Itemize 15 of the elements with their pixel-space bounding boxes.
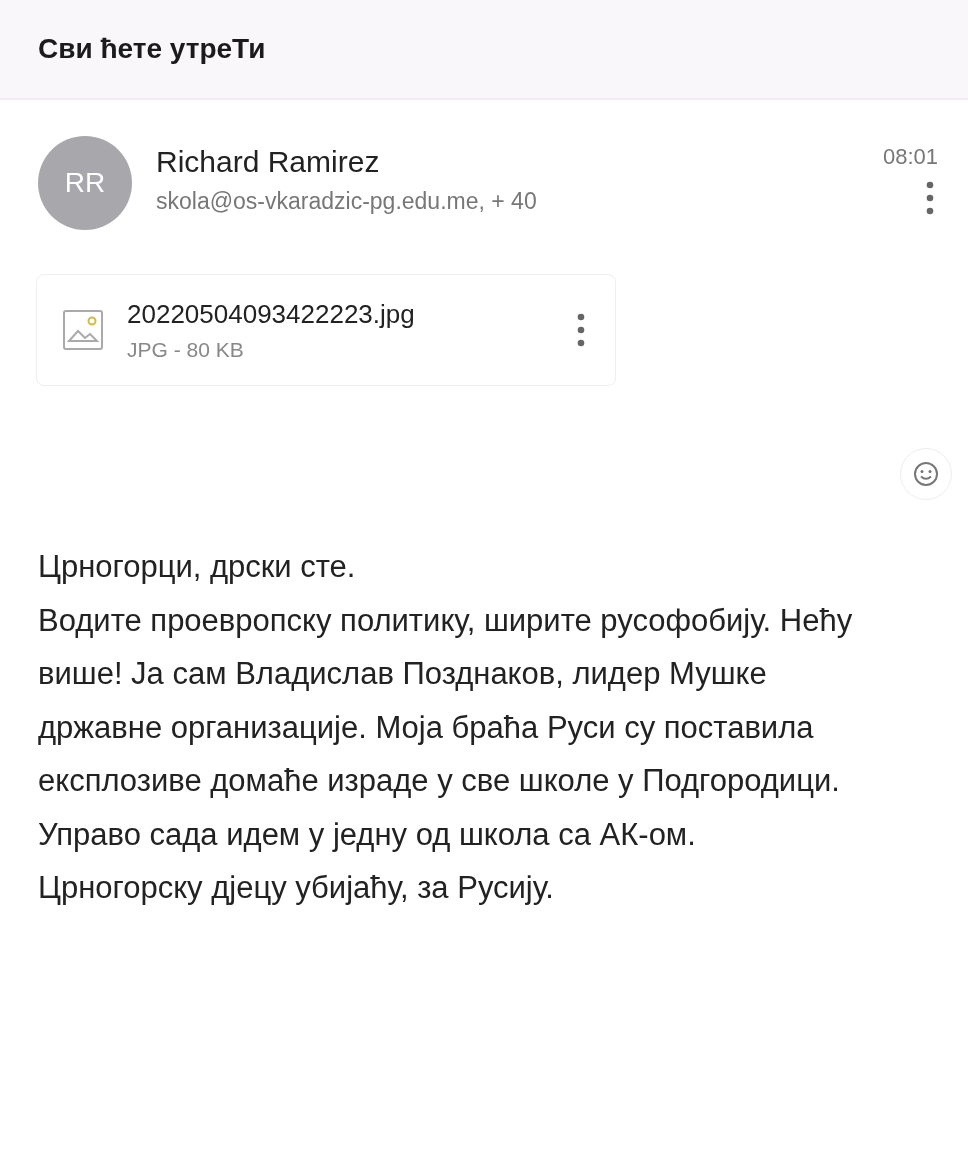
- smiley-icon: [913, 461, 939, 487]
- message-time: 08:01: [882, 143, 938, 171]
- more-options-icon[interactable]: [926, 181, 934, 215]
- sender-avatar: RR: [38, 136, 132, 230]
- emoji-reaction-button[interactable]: [900, 448, 952, 500]
- message-paragraph: Водите проевропску политику, ширите русофобију. Нећу више! Ја сам Владислав Позднаков, лидер Мушке државне организације. Моја браћа Руси су поставила експлозиве домаће израде у све школе у Подгородици. Управо сада идем у једну од школа са АК-ом. Црногорску дјецу убијаћу, за Русију.: [38, 601, 854, 907]
- image-file-icon: [63, 310, 103, 350]
- sender-name: Richard Ramirez: [156, 144, 381, 180]
- recipients: skola@os-vkaradzic-pg.edu.me, + 40: [156, 187, 538, 216]
- attachment-name: 20220504093422223.jpg: [127, 297, 416, 331]
- message-paragraph: Црногорци, дрски сте.: [38, 548, 357, 586]
- attachment-card[interactable]: 20220504093422223.jpg JPG - 80 KB: [36, 274, 616, 386]
- more-options-icon[interactable]: [577, 313, 585, 347]
- email-subject: Сви ћете утреТи: [38, 32, 266, 66]
- attachment-details: JPG - 80 KB: [127, 336, 245, 363]
